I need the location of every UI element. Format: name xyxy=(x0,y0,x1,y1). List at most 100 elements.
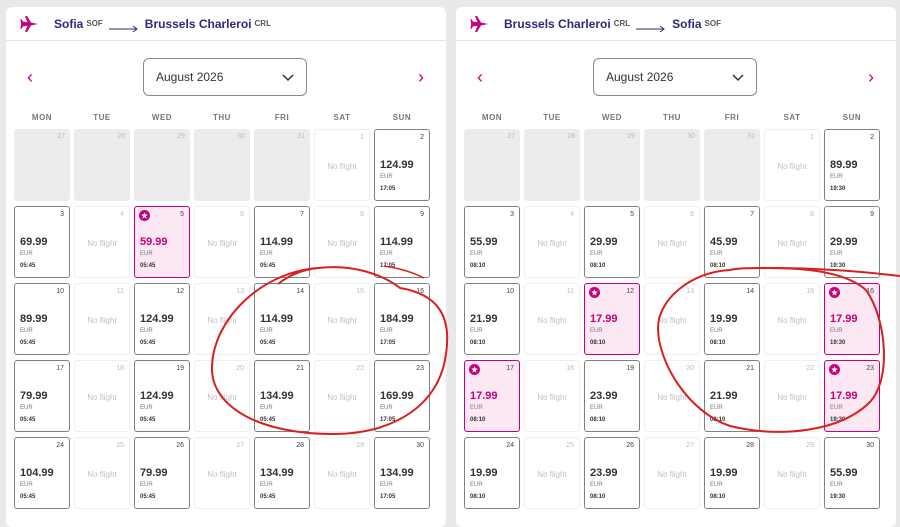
calendar-day-no-flight: 25 No flight xyxy=(524,437,580,509)
calendar-day-fare[interactable]: 3 69.99 EUR 05:45 xyxy=(14,206,70,278)
calendar-day-fare[interactable]: 14 114.99 EUR 05:45 xyxy=(254,283,310,355)
day-number: 13 xyxy=(686,288,694,295)
calendar-day-fare[interactable]: 24 104.99 EUR 05:45 xyxy=(14,437,70,509)
calendar-day-fare[interactable]: 30 134.99 EUR 17:05 xyxy=(374,437,430,509)
calendar-day-no-flight: 22 No flight xyxy=(314,360,370,432)
fare-price: 55.99 xyxy=(830,467,858,479)
calendar-day-no-flight: 13 No flight xyxy=(644,283,700,355)
calendar-day-fare[interactable]: 2 89.99 EUR 19:30 xyxy=(824,129,880,201)
next-month-chevron-icon[interactable]: › xyxy=(411,67,431,87)
calendar-day-fare[interactable]: 9 114.99 EUR 17:05 xyxy=(374,206,430,278)
no-flight-label: No flight xyxy=(207,393,237,402)
fare-price: 23.99 xyxy=(590,467,618,479)
fare-currency: EUR xyxy=(830,482,843,488)
month-dropdown[interactable]: August 2026 xyxy=(143,58,307,96)
weekday-header: SUN xyxy=(392,113,412,122)
prev-month-chevron-icon[interactable]: ‹ xyxy=(20,67,40,87)
day-number: 30 xyxy=(237,133,245,140)
calendar-day-fare[interactable]: 16 184.99 EUR 17:05 xyxy=(374,283,430,355)
day-number: 16 xyxy=(866,288,874,295)
calendar-day-fare[interactable]: 19 23.99 EUR 08:10 xyxy=(584,360,640,432)
calendar-day-fare[interactable]: 19 124.99 EUR 05:45 xyxy=(134,360,190,432)
route-header: Brussels Charleroi CRL Sofia SOF xyxy=(456,7,896,41)
calendar-day-disabled: 28 xyxy=(524,129,580,201)
prev-month-chevron-icon[interactable]: ‹ xyxy=(470,67,490,87)
calendar-day-fare[interactable]: 17 79.99 EUR 05:45 xyxy=(14,360,70,432)
calendar-day-disabled: 29 xyxy=(584,129,640,201)
calendar-day-no-flight: 1 No flight xyxy=(314,129,370,201)
fare-price: 114.99 xyxy=(380,236,414,248)
fare-price: 79.99 xyxy=(140,467,168,479)
fare-price: 184.99 xyxy=(380,313,414,325)
lowest-fare-star-icon xyxy=(829,364,840,375)
calendar-day-fare[interactable]: 24 19.99 EUR 08:10 xyxy=(464,437,520,509)
calendar-day-fare[interactable]: 26 79.99 EUR 05:45 xyxy=(134,437,190,509)
weekday-header: TUE xyxy=(93,113,111,122)
fare-currency: EUR xyxy=(710,251,723,257)
calendar-day-fare[interactable]: 28 134.99 EUR 05:45 xyxy=(254,437,310,509)
calendar-day-fare[interactable]: 5 29.99 EUR 08:10 xyxy=(584,206,640,278)
day-number: 9 xyxy=(420,211,424,218)
origin-city: Sofia xyxy=(54,16,84,31)
fare-currency: EUR xyxy=(470,328,483,334)
calendar-day-fare[interactable]: 23 17.99 EUR 19:30 xyxy=(824,360,880,432)
calendar-day-disabled: 31 xyxy=(704,129,760,201)
calendar-day-fare[interactable]: 30 55.99 EUR 19:30 xyxy=(824,437,880,509)
day-number: 22 xyxy=(806,365,814,372)
calendar-day-no-flight: 18 No flight xyxy=(74,360,130,432)
month-dropdown[interactable]: August 2026 xyxy=(593,58,757,96)
no-flight-label: No flight xyxy=(87,470,117,479)
weekday-header: TUE xyxy=(543,113,561,122)
calendar-day-fare[interactable]: 23 169.99 EUR 17:05 xyxy=(374,360,430,432)
weekday-header: THU xyxy=(663,113,681,122)
calendar-day-fare[interactable]: 7 45.99 EUR 08:10 xyxy=(704,206,760,278)
calendar-day-fare[interactable]: 21 21.99 EUR 08:10 xyxy=(704,360,760,432)
route-arrow-icon xyxy=(636,20,666,32)
calendar-day-fare[interactable]: 2 124.99 EUR 17:05 xyxy=(374,129,430,201)
next-month-chevron-icon[interactable]: › xyxy=(861,67,881,87)
fare-currency: EUR xyxy=(140,328,153,334)
day-number: 24 xyxy=(56,442,64,449)
calendar-day-no-flight: 18 No flight xyxy=(524,360,580,432)
calendar-day-fare[interactable]: 28 19.99 EUR 08:10 xyxy=(704,437,760,509)
weekday-header: MON xyxy=(481,113,503,122)
day-number: 30 xyxy=(687,133,695,140)
fare-price: 134.99 xyxy=(260,467,294,479)
calendar-day-fare[interactable]: 10 89.99 EUR 05:45 xyxy=(14,283,70,355)
calendar-day-fare[interactable]: 3 55.99 EUR 08:10 xyxy=(464,206,520,278)
calendar-day-fare[interactable]: 10 21.99 EUR 08:10 xyxy=(464,283,520,355)
day-number: 8 xyxy=(810,211,814,218)
calendar-day-fare[interactable]: 12 124.99 EUR 05:45 xyxy=(134,283,190,355)
day-number: 27 xyxy=(57,133,65,140)
day-number: 25 xyxy=(116,442,124,449)
calendar-day-fare[interactable]: 7 114.99 EUR 05:45 xyxy=(254,206,310,278)
departure-time: 17:05 xyxy=(380,340,396,346)
fare-currency: EUR xyxy=(710,328,723,334)
calendar-day-fare[interactable]: 21 134.99 EUR 05:45 xyxy=(254,360,310,432)
weekday-header: FRI xyxy=(274,113,290,122)
calendar-day-fare[interactable]: 16 17.99 EUR 19:30 xyxy=(824,283,880,355)
day-number: 20 xyxy=(686,365,694,372)
departure-time: 19:30 xyxy=(830,263,846,269)
day-number: 28 xyxy=(567,133,575,140)
calendar-day-fare[interactable]: 9 29.99 EUR 19:30 xyxy=(824,206,880,278)
calendar-day-fare[interactable]: 26 23.99 EUR 08:10 xyxy=(584,437,640,509)
day-number: 12 xyxy=(626,288,634,295)
fare-currency: EUR xyxy=(140,251,153,257)
day-number: 11 xyxy=(566,288,574,295)
day-number: 15 xyxy=(356,288,364,295)
departure-time: 17:05 xyxy=(380,263,396,269)
route-header: Sofia SOF Brussels Charleroi CRL xyxy=(6,7,446,41)
calendar-day-fare[interactable]: 12 17.99 EUR 08:10 xyxy=(584,283,640,355)
calendar-day-fare[interactable]: 14 19.99 EUR 08:10 xyxy=(704,283,760,355)
weekday-header: SAT xyxy=(333,113,351,122)
calendar-day-fare[interactable]: 17 17.99 EUR 08:10 xyxy=(464,360,520,432)
fare-currency: EUR xyxy=(470,251,483,257)
plane-icon xyxy=(470,14,490,34)
calendar-day-disabled: 28 xyxy=(74,129,130,201)
calendar-day-fare[interactable]: 5 59.99 EUR 05:45 xyxy=(134,206,190,278)
fare-price: 21.99 xyxy=(710,390,738,402)
no-flight-label: No flight xyxy=(657,470,687,479)
departure-time: 17:05 xyxy=(380,417,396,423)
chevron-down-icon xyxy=(282,72,294,82)
